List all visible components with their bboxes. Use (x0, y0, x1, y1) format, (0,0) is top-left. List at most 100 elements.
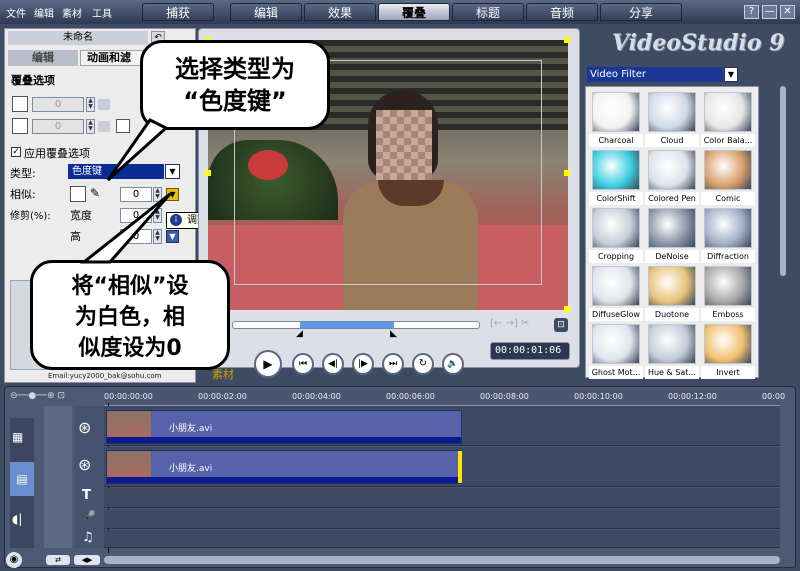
tab-overlay[interactable]: 覆叠 (378, 3, 450, 21)
camera-icon[interactable]: ◉ (6, 552, 22, 568)
close-button[interactable]: ✕ (780, 5, 795, 19)
tab-title[interactable]: 标题 (452, 3, 524, 21)
border-input[interactable]: 0 (32, 119, 84, 134)
scroll-buttons[interactable]: ◀▶ (74, 555, 100, 565)
trim-label: 修剪(%): (10, 211, 51, 222)
volume-icon[interactable]: 🔈 (442, 353, 464, 375)
filter-item[interactable]: Emboss (701, 266, 755, 324)
tab-capture[interactable]: 捕获 (142, 3, 214, 21)
end-button[interactable]: ⏭ (382, 353, 404, 375)
clip-audio-bar (107, 477, 461, 483)
callout-top-tail (106, 118, 169, 182)
app-logo: VideoStudio 9 (612, 30, 785, 56)
filter-item[interactable]: Ghost Mot... (589, 324, 643, 382)
tab-audio[interactable]: 音频 (526, 3, 598, 21)
next-frame-button[interactable]: |▶ (352, 353, 374, 375)
minimize-button[interactable]: — (762, 5, 777, 19)
filter-item[interactable]: Hue & Sat... (645, 324, 699, 382)
filter-thumbnail (704, 266, 752, 306)
ruler-label: 00:00:02:00 (198, 392, 247, 401)
tab-effect[interactable]: 效果 (304, 3, 376, 21)
help-button[interactable]: ? (744, 5, 759, 19)
timeline-scrollbar[interactable] (104, 556, 780, 564)
callout-bottom-tail (79, 192, 172, 264)
clip-audio-bar (107, 437, 461, 443)
expand-icon[interactable]: ⊡ (554, 318, 568, 332)
filter-item[interactable]: Cloud (645, 92, 699, 150)
filter-label: DiffuseGlow (589, 308, 643, 321)
resize-handle[interactable] (564, 306, 570, 312)
filter-item[interactable]: DeNoise (645, 208, 699, 266)
voice-track[interactable] (104, 509, 780, 529)
filter-label: DeNoise (645, 250, 699, 263)
zoom-slider[interactable]: ⊖──●──⊕ ⊡ (10, 391, 100, 401)
border-stepper[interactable]: ▲ ▼ (86, 119, 95, 134)
filter-thumbnail (704, 92, 752, 132)
tab-share[interactable]: 分享 (600, 3, 682, 21)
previous-frame-button[interactable]: ◀| (322, 353, 344, 375)
filter-item[interactable]: Comic (701, 150, 755, 208)
filter-item[interactable]: Colored Pen (645, 150, 699, 208)
section-title: 覆叠选项 (11, 74, 55, 87)
menu-tools[interactable]: 工具 (92, 5, 112, 20)
filter-label: Charcoal (589, 134, 643, 147)
filter-label: Cloud (645, 134, 699, 147)
trim-end-marker[interactable]: ◣ (390, 329, 397, 339)
filter-item[interactable]: Diffraction (701, 208, 755, 266)
menu-clip[interactable]: 素材 (62, 5, 82, 20)
trim-start-marker[interactable]: ◢ (296, 329, 303, 339)
repeat-icon[interactable]: ↻ (412, 353, 434, 375)
tab-left-edit[interactable]: 编辑 (8, 50, 78, 66)
menu-file[interactable]: 文件 (6, 5, 26, 20)
overlay-clip[interactable]: 小朋友.avi (106, 450, 462, 484)
similar-label: 相似: (10, 188, 36, 201)
filter-category-select[interactable]: Video Filter (587, 67, 723, 82)
play-button[interactable]: ▶ (254, 350, 282, 378)
apply-overlay-checkbox[interactable]: ✓ (11, 147, 21, 157)
ruler-label: 00:00:12:00 (668, 392, 717, 401)
mark-buttons[interactable]: [← →] ✂ (490, 318, 529, 329)
transparency-input[interactable]: 0 (32, 97, 84, 112)
filter-thumbnail (704, 324, 752, 364)
ruler-label: 00:00:06:00 (386, 392, 435, 401)
transparency-stepper[interactable]: ▲ ▼ (86, 97, 95, 112)
ruler-label: 00:00:08:00 (480, 392, 529, 401)
video-clip[interactable]: 小朋友.avi (106, 410, 462, 444)
border-icon (12, 118, 28, 134)
callout-bottom-line1: 将“相似”设 (71, 274, 189, 299)
ruler-label: 00:00:10:00 (574, 392, 623, 401)
filter-label: Hue & Sat... (645, 366, 699, 379)
filter-item[interactable]: Duotone (645, 266, 699, 324)
filter-label: Diffraction (701, 250, 755, 263)
filter-thumbnail (592, 324, 640, 364)
filter-item[interactable]: Color Bala... (701, 92, 755, 150)
project-name: 未命名 (8, 31, 148, 45)
resize-handle[interactable] (564, 37, 570, 43)
audio-view-icon[interactable]: ◖| (12, 512, 22, 526)
storyboard-view-icon[interactable]: ▦ (12, 430, 23, 444)
resize-handle[interactable] (564, 170, 570, 176)
filter-item[interactable]: Cropping (589, 208, 643, 266)
home-button[interactable]: ⏮ (292, 353, 314, 375)
clip-selection-edge[interactable] (458, 451, 462, 483)
title-track[interactable] (104, 488, 780, 508)
gallery-scrollbar[interactable] (780, 86, 786, 276)
resize-handle[interactable] (205, 170, 211, 176)
filter-item[interactable]: Charcoal (589, 92, 643, 150)
chevron-down-icon[interactable]: ▼ (724, 67, 738, 82)
callout-bottom-line2: 为白色，相 (74, 305, 185, 330)
title-track-icon: T (82, 488, 91, 503)
filter-thumbnail (592, 208, 640, 248)
callout-bottom-line3: 似度设为0 (78, 336, 182, 361)
filter-item[interactable]: Invert (701, 324, 755, 382)
timeline-view-icon[interactable]: ▤ (10, 462, 34, 496)
timecode-display[interactable]: 00:00:01:06 (490, 342, 570, 360)
fit-timeline-button[interactable]: ⇄ (46, 555, 70, 565)
callout-bottom: 将“相似”设 为白色，相 似度设为0 (30, 260, 230, 370)
tab-edit[interactable]: 编辑 (230, 3, 302, 21)
music-track[interactable] (104, 530, 780, 548)
menu-edit[interactable]: 编辑 (34, 5, 54, 20)
filter-item[interactable]: DiffuseGlow (589, 266, 643, 324)
trim-range (300, 322, 394, 328)
filter-item[interactable]: ColorShift (589, 150, 643, 208)
